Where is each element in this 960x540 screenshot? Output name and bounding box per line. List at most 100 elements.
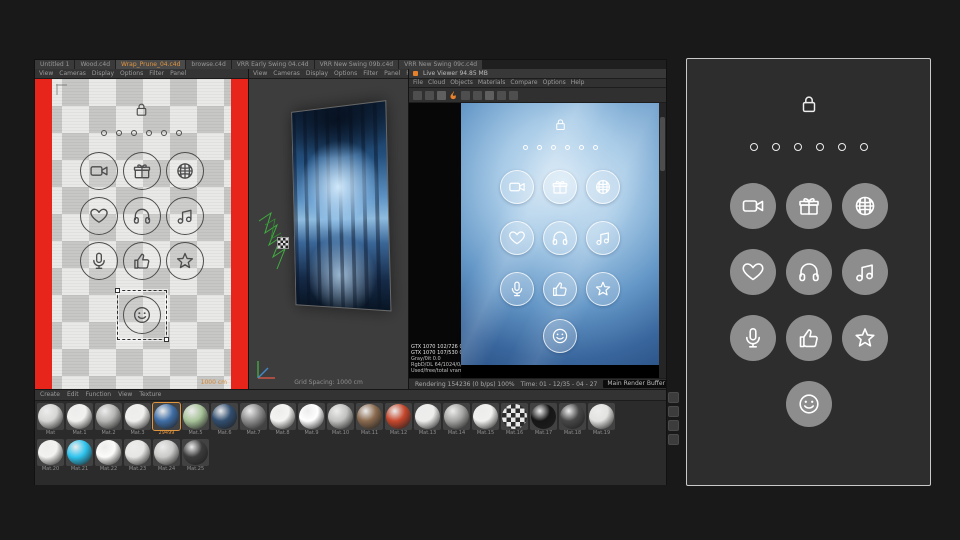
picture-viewer-scrollbar[interactable]: [659, 103, 666, 378]
settings-icon[interactable]: [509, 90, 518, 100]
material-thumbnail[interactable]: Mat.6: [211, 403, 238, 437]
material-thumbnail[interactable]: Mat.16: [501, 403, 528, 437]
menu-function[interactable]: Function: [86, 390, 112, 400]
material-thumbnail[interactable]: Mat.1: [66, 403, 93, 437]
video-camera-button[interactable]: [500, 170, 534, 204]
headphones-button[interactable]: [122, 197, 161, 235]
video-camera-button[interactable]: [729, 183, 776, 229]
material-thumbnail[interactable]: Mat.7: [240, 403, 267, 437]
menu-filter[interactable]: Filter: [363, 69, 378, 78]
menu-file[interactable]: File: [413, 79, 423, 87]
material-thumbnail[interactable]: Mat.12: [385, 403, 412, 437]
material-thumbnail[interactable]: 29499: [152, 402, 181, 437]
scrollbar-thumb[interactable]: [660, 117, 665, 171]
thumbs-up-button[interactable]: [785, 315, 832, 361]
menu-edit[interactable]: Edit: [67, 390, 79, 400]
menu-cameras[interactable]: Cameras: [273, 69, 300, 78]
menu-compare[interactable]: Compare: [510, 79, 537, 87]
material-thumbnail[interactable]: Mat.9: [298, 403, 325, 437]
microphone-button[interactable]: [500, 272, 534, 306]
material-thumbnail[interactable]: Mat.11: [356, 403, 383, 437]
headphones-button[interactable]: [785, 249, 832, 295]
folder-open-icon[interactable]: [413, 90, 422, 100]
gift-button[interactable]: [122, 152, 161, 190]
menu-display[interactable]: Display: [92, 69, 114, 78]
menu-filter[interactable]: Filter: [149, 69, 164, 78]
menu-objects[interactable]: Objects: [450, 79, 473, 87]
menu-panel[interactable]: Panel: [170, 69, 186, 78]
material-thumbnail[interactable]: Mat.17: [530, 403, 557, 437]
menu-view[interactable]: View: [118, 390, 132, 400]
menu-panel[interactable]: Panel: [384, 69, 400, 78]
music-note-button[interactable]: [841, 249, 888, 295]
save-image-icon[interactable]: [425, 90, 434, 100]
document-tab[interactable]: VRR Early Swing 04.c4d: [231, 60, 314, 69]
document-tab[interactable]: VRR New Swing 09c.c4d: [399, 60, 483, 69]
star-button[interactable]: [586, 272, 620, 306]
gift-button[interactable]: [785, 183, 832, 229]
smiley-button[interactable]: [785, 381, 832, 427]
document-tab[interactable]: Wood.c4d: [75, 60, 116, 69]
copy-icon[interactable]: [437, 90, 446, 100]
cathedral-texture-plane[interactable]: [291, 100, 392, 312]
music-note-button[interactable]: [165, 197, 204, 235]
menu-create[interactable]: Create: [40, 390, 60, 400]
material-thumbnail[interactable]: Mat: [37, 403, 64, 437]
material-thumbnail[interactable]: Mat.3: [124, 403, 151, 437]
menu-help[interactable]: Help: [571, 79, 585, 87]
smiley-button[interactable]: [122, 296, 161, 334]
document-tab[interactable]: browse.c4d: [186, 60, 231, 69]
heart-button[interactable]: [79, 197, 118, 235]
menu-prorender[interactable]: ProRender: [406, 69, 408, 78]
material-thumbnail[interactable]: Mat.2: [95, 403, 122, 437]
menu-options[interactable]: Options: [543, 79, 566, 87]
microphone-button[interactable]: [79, 242, 118, 280]
document-tab[interactable]: Wrap_Prune_04.c4d: [116, 60, 186, 69]
picture-viewer-titlebar[interactable]: Live Viewer 94.85 MB: [409, 69, 666, 79]
material-thumbnail[interactable]: Mat.10: [327, 403, 354, 437]
menu-view[interactable]: View: [39, 69, 53, 78]
material-thumbnail[interactable]: Mat.23: [124, 439, 151, 473]
star-button[interactable]: [165, 242, 204, 280]
menu-cameras[interactable]: Cameras: [59, 69, 86, 78]
star-button[interactable]: [841, 315, 888, 361]
document-tab[interactable]: VRR New Swing 09b.c4d: [314, 60, 399, 69]
thumbs-up-button[interactable]: [122, 242, 161, 280]
thumbs-up-button[interactable]: [543, 272, 577, 306]
pick-material-icon[interactable]: [497, 90, 506, 100]
flame-render-icon[interactable]: [449, 90, 458, 100]
material-thumbnail[interactable]: Mat.24: [153, 439, 180, 473]
material-thumbnail[interactable]: Mat.25: [182, 439, 209, 473]
material-thumbnail[interactable]: Mat.14: [443, 403, 470, 437]
menu-materials[interactable]: Materials: [478, 79, 506, 87]
material-thumbnail[interactable]: Mat.15: [472, 403, 499, 437]
add-layer-icon[interactable]: [668, 392, 679, 403]
menu-texture[interactable]: Texture: [139, 390, 161, 400]
menu-options[interactable]: Options: [334, 69, 357, 78]
heart-button[interactable]: [500, 221, 534, 255]
menu-display[interactable]: Display: [306, 69, 328, 78]
menu-options[interactable]: Options: [120, 69, 143, 78]
uv-canvas[interactable]: 1000 cm: [35, 79, 248, 389]
material-thumbnail[interactable]: Mat.22: [95, 439, 122, 473]
disco-ball-button[interactable]: [841, 183, 888, 229]
document-tab[interactable]: Untitled 1: [35, 60, 75, 69]
material-thumbnail[interactable]: Mat.13: [414, 403, 441, 437]
region-render-icon[interactable]: [485, 90, 494, 100]
video-camera-button[interactable]: [79, 152, 118, 190]
material-thumbnail[interactable]: Mat.20: [37, 439, 64, 473]
material-thumbnail[interactable]: Mat.5: [182, 403, 209, 437]
disco-ball-button[interactable]: [165, 152, 204, 190]
disco-ball-button[interactable]: [586, 170, 620, 204]
list-view-icon[interactable]: [668, 434, 679, 445]
render-buffer-select[interactable]: Main Render Buffer: [603, 380, 666, 388]
material-thumbnail[interactable]: Mat.21: [66, 439, 93, 473]
render-image-area[interactable]: [461, 103, 659, 378]
filter-icon[interactable]: [668, 406, 679, 417]
microphone-button[interactable]: [729, 315, 776, 361]
heart-button[interactable]: [729, 249, 776, 295]
headphones-button[interactable]: [543, 221, 577, 255]
menu-view[interactable]: View: [253, 69, 267, 78]
material-thumbnail[interactable]: Mat.8: [269, 403, 296, 437]
perspective-canvas[interactable]: Grid Spacing: 1000 cm: [249, 79, 408, 389]
